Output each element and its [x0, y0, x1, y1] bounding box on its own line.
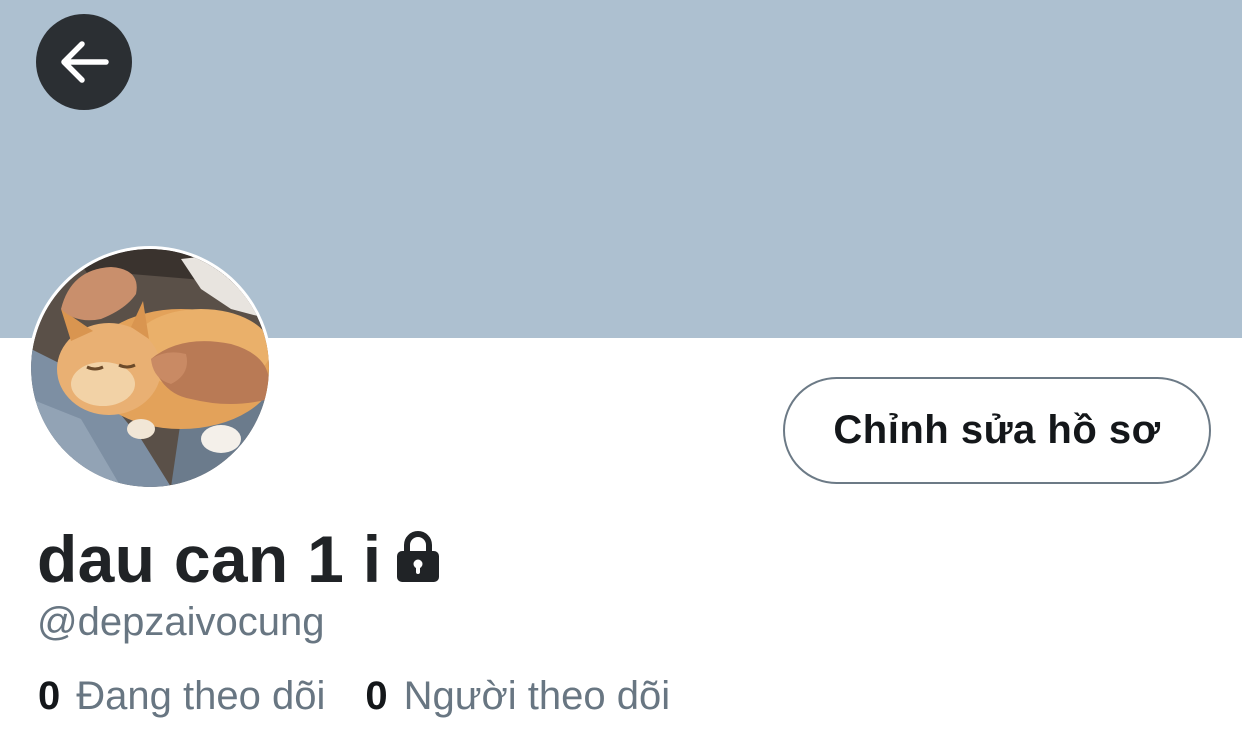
avatar-image	[31, 249, 269, 487]
profile-handle: @depzaivocung	[37, 600, 325, 644]
followers-count: 0	[365, 674, 388, 718]
profile-name-row: dau can 1 i	[37, 519, 441, 599]
following-count: 0	[38, 674, 61, 718]
followers-stat[interactable]: 0 Người theo dõi	[365, 672, 670, 720]
lock-icon	[395, 530, 441, 584]
avatar-photo	[31, 249, 269, 487]
following-stat[interactable]: 0 Đang theo dõi	[38, 672, 325, 720]
followers-label: Người theo dõi	[403, 674, 671, 718]
profile-page: Chỉnh sửa hồ sơ dau can 1 i @depzaivocun…	[0, 0, 1242, 733]
arrow-left-icon	[61, 41, 109, 83]
profile-stats: 0 Đang theo dõi 0 Người theo dõi	[38, 672, 670, 720]
avatar[interactable]	[28, 246, 272, 490]
back-button[interactable]	[36, 14, 132, 110]
display-name: dau can 1 i	[37, 522, 382, 596]
edit-profile-button[interactable]: Chỉnh sửa hồ sơ	[783, 377, 1211, 484]
following-label: Đang theo dõi	[76, 674, 326, 718]
